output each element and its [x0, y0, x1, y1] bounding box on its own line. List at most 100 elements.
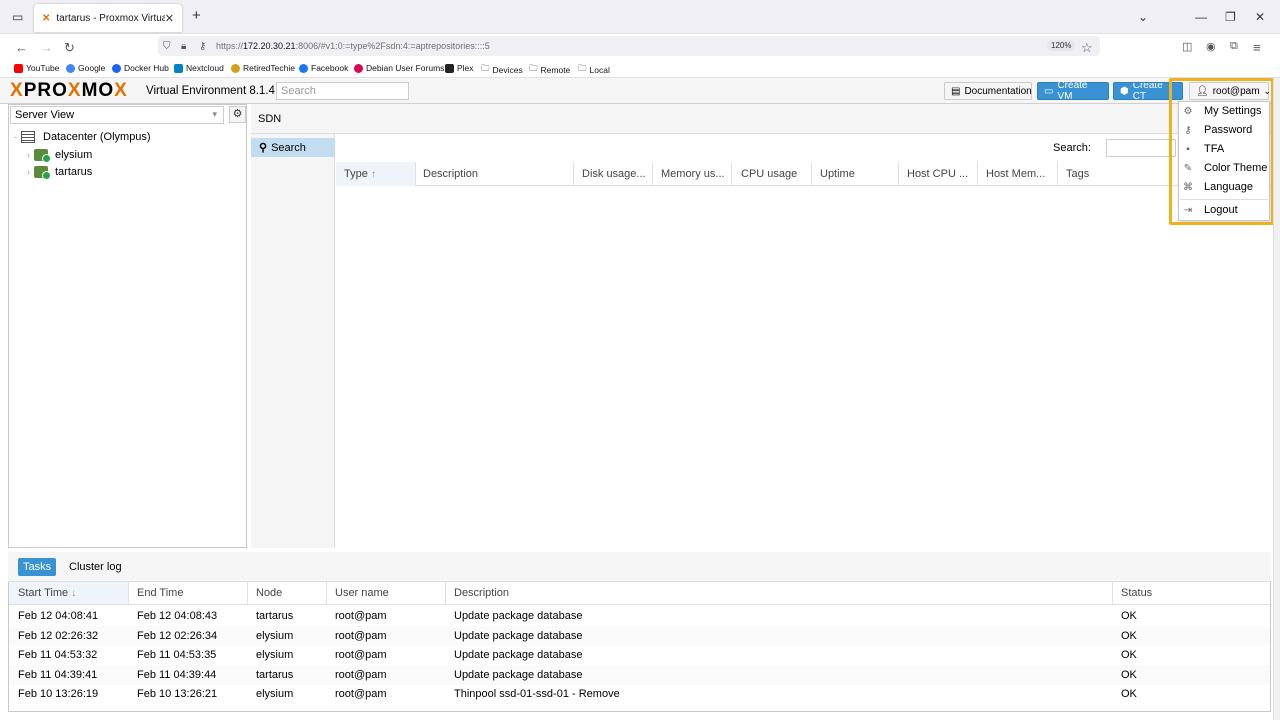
bookmark-debian[interactable]: Debian User Forums [354, 63, 444, 73]
node-cell: elysium [256, 688, 294, 700]
zoom-badge[interactable]: 120% [1047, 40, 1076, 51]
col-disk-usage[interactable]: Disk usage... [582, 168, 646, 180]
tree-datacenter[interactable]: - Datacenter (Olympus) [14, 131, 151, 143]
description-cell: Thinpool ssd-01-ssd-01 - Remove [454, 688, 620, 700]
debian-icon [354, 63, 363, 73]
reload-icon[interactable]: ↻ [64, 40, 75, 56]
gear-icon[interactable]: ⚙ [229, 106, 246, 123]
tab-tasks[interactable]: Tasks [18, 558, 57, 576]
table-row[interactable]: Feb 10 13:26:19 Feb 10 13:26:21 elysium … [9, 684, 1270, 704]
google-icon [66, 63, 75, 73]
folder-icon: 🗀︎ [578, 63, 587, 73]
node-online-icon [34, 149, 51, 163]
col-host-cpu[interactable]: Host CPU ... [907, 168, 968, 180]
proxmox-logo[interactable]: XPROXMOX [10, 80, 128, 102]
star-icon[interactable]: ☆ [1081, 40, 1093, 56]
search-input[interactable] [1106, 139, 1176, 157]
bookmark-docker-hub[interactable]: Docker Hub [112, 63, 169, 73]
description-cell: Update package database [454, 630, 583, 642]
col-description[interactable]: Description [423, 168, 478, 180]
bookmark-google[interactable]: Google [66, 63, 105, 73]
shield-icon[interactable]: ⛉ [163, 41, 171, 52]
browser-tab[interactable]: ✕ tartarus - Proxmox Virtual Envir ✕ [34, 4, 182, 32]
table-row[interactable]: Feb 12 04:08:41 Feb 12 04:08:43 tartarus… [9, 606, 1270, 626]
status-cell: OK [1121, 688, 1137, 700]
bookmark-youtube[interactable]: YouTube [14, 63, 59, 73]
tab-cluster-log[interactable]: Cluster log [64, 558, 127, 576]
expand-icon: › [27, 150, 30, 160]
extensions-icon[interactable]: ⧉ [1230, 40, 1238, 53]
col-uptime[interactable]: Uptime [820, 168, 855, 180]
url-bar[interactable]: https://172.20.30.21:8006/#v1:0:=type%2F… [158, 36, 1100, 56]
start-time-cell: Feb 12 02:26:32 [18, 630, 99, 642]
restore-icon[interactable]: ❐ [1225, 10, 1236, 24]
end-time-cell: Feb 12 04:08:43 [137, 610, 218, 622]
monitor-icon: ▭ [1044, 85, 1054, 97]
col-user-name[interactable]: User name [335, 587, 389, 599]
account-icon[interactable]: ◉ [1206, 40, 1216, 53]
chevron-down-icon[interactable]: ⌄ [1138, 10, 1148, 24]
task-panel-tabs [8, 552, 1271, 582]
tree-node-tartarus[interactable]: › tartarus [27, 166, 92, 180]
col-start-time[interactable]: Start Time ↓ [18, 587, 76, 599]
retiredtechie-icon [231, 63, 240, 73]
proxmox-favicon-icon: ✕ [42, 12, 51, 24]
start-time-cell: Feb 12 04:08:41 [18, 610, 99, 622]
key-icon[interactable]: ⚷ [199, 41, 206, 52]
table-row[interactable]: Feb 11 04:53:32 Feb 11 04:53:35 elysium … [9, 645, 1270, 665]
back-icon[interactable]: ← [15, 40, 28, 55]
folder-icon: 🗀︎ [529, 63, 538, 73]
expand-icon: › [27, 167, 30, 177]
status-cell: OK [1121, 610, 1137, 622]
close-tab-icon[interactable]: ✕ [165, 12, 174, 25]
col-node[interactable]: Node [256, 587, 282, 599]
nextcloud-icon [174, 63, 183, 73]
bookmark-remote[interactable]: 🗀︎ Remote [529, 63, 570, 77]
subnav-search[interactable]: ⚲ Search [251, 138, 335, 157]
node-cell: tartarus [256, 610, 294, 622]
bookmark-retiredtechie[interactable]: RetiredTechie [231, 63, 295, 73]
bookmark-local[interactable]: 🗀︎ Local [578, 63, 610, 77]
col-tags[interactable]: Tags [1066, 168, 1089, 180]
tree-node-elysium[interactable]: › elysium [27, 149, 92, 163]
col-host-memory[interactable]: Host Mem... [986, 168, 1045, 180]
docker-icon [112, 63, 121, 73]
view-selector[interactable]: Server View ▾ [10, 106, 224, 124]
page-scrollbar[interactable] [1273, 78, 1280, 720]
pocket-icon[interactable]: ◫ [1182, 40, 1192, 53]
col-description[interactable]: Description [454, 587, 509, 599]
col-end-time[interactable]: End Time [137, 587, 183, 599]
description-cell: Update package database [454, 669, 583, 681]
header-search-input[interactable]: Search [276, 82, 409, 100]
lock-icon[interactable]: 🔒︎ [181, 41, 186, 52]
table-row[interactable]: Feb 12 02:26:32 Feb 12 02:26:34 elysium … [9, 626, 1270, 646]
page-title: SDN [258, 113, 282, 125]
user-cell: root@pam [335, 630, 387, 642]
table-row[interactable]: Feb 11 04:39:41 Feb 11 04:39:44 tartarus… [9, 665, 1270, 685]
minimize-icon[interactable]: — [1195, 10, 1207, 24]
col-type[interactable]: Type ↑ [344, 168, 376, 180]
col-memory-usage[interactable]: Memory us... [661, 168, 725, 180]
create-vm-button[interactable]: ▭ Create VM [1037, 80, 1109, 102]
content-toolbar [251, 104, 1271, 134]
bookmark-devices[interactable]: 🗀︎ Devices [481, 63, 523, 77]
bookmark-plex[interactable]: Plex [445, 63, 474, 73]
bookmark-nextcloud[interactable]: Nextcloud [174, 63, 224, 73]
version-label: Virtual Environment 8.1.4 [146, 85, 275, 97]
sort-up-icon: ↑ [370, 169, 376, 180]
collapse-icon: - [14, 132, 17, 142]
user-cell: root@pam [335, 688, 387, 700]
new-tab-icon[interactable]: + [192, 7, 201, 24]
documentation-button[interactable]: ▤ Documentation [944, 82, 1032, 100]
col-status[interactable]: Status [1121, 587, 1152, 599]
tab-list-icon[interactable]: ▭ [12, 10, 23, 24]
user-cell: root@pam [335, 649, 387, 661]
search-label: Search: [1053, 142, 1091, 154]
bookmark-facebook[interactable]: Facebook [299, 63, 348, 73]
forward-icon[interactable]: → [40, 40, 53, 55]
col-cpu-usage[interactable]: CPU usage [741, 168, 797, 180]
menu-icon[interactable]: ≡ [1253, 40, 1261, 55]
node-cell: tartarus [256, 669, 294, 681]
url-host: 172.20.30.21 [243, 41, 296, 51]
close-window-icon[interactable]: ✕ [1255, 10, 1265, 24]
